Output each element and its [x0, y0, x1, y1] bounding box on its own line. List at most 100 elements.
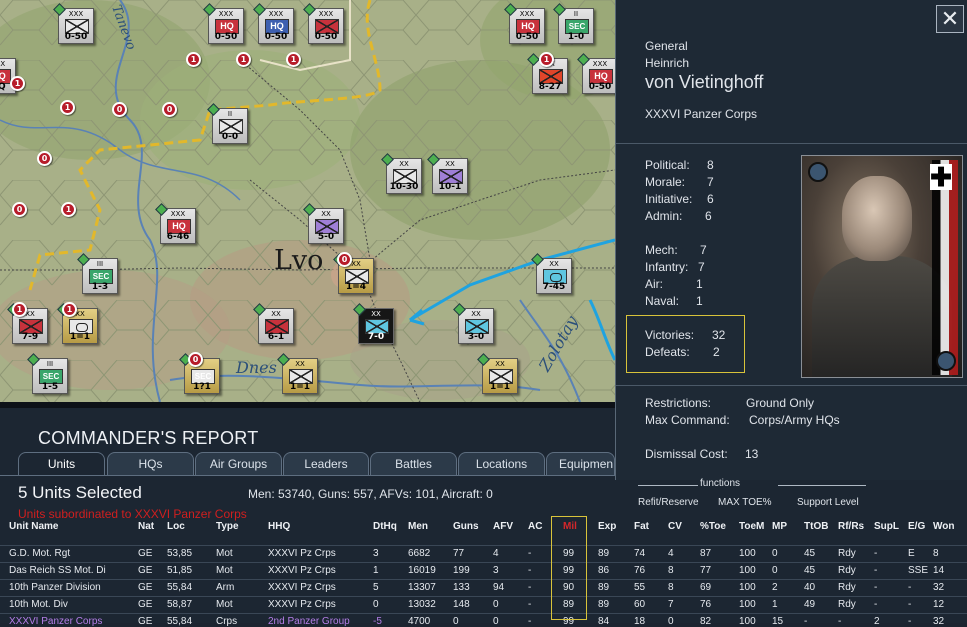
table-cell: 32: [933, 616, 945, 627]
table-cell: 100: [739, 582, 756, 593]
unit-counter[interactable]: XX 1=1: [277, 353, 318, 394]
unit-counter[interactable]: XX 7-45: [531, 253, 572, 294]
unit-counter[interactable]: XXX HQ 0-50: [253, 3, 294, 44]
unit-counter[interactable]: XX 6-1: [253, 303, 294, 344]
table-cell[interactable]: Das Reich SS Mot. Di: [9, 565, 106, 576]
column-header[interactable]: MP: [772, 521, 787, 532]
table-cell[interactable]: 2nd Panzer Group: [268, 616, 350, 627]
unit-size: II: [227, 110, 233, 118]
column-header[interactable]: SupL: [874, 521, 899, 532]
column-header[interactable]: Nat: [138, 521, 154, 532]
max-toe-button[interactable]: MAX TOE%: [718, 497, 772, 508]
tab-battles[interactable]: Battles: [370, 452, 457, 476]
column-header[interactable]: DtHq: [373, 521, 397, 532]
unit-counter[interactable]: III SEC 1-3: [77, 253, 118, 294]
tab-locations[interactable]: Locations: [458, 452, 545, 476]
column-header[interactable]: Unit Name: [9, 521, 58, 532]
column-header[interactable]: E/G: [908, 521, 925, 532]
table-cell: 148: [453, 599, 470, 610]
column-header[interactable]: Won: [933, 521, 954, 532]
unit-size: XX: [549, 260, 559, 268]
column-header[interactable]: HHQ: [268, 521, 290, 532]
table-cell: 8: [668, 565, 674, 576]
table-cell: 51,85: [167, 565, 193, 576]
table-cell: 86: [598, 565, 610, 576]
unit-counter[interactable]: XX 10-1: [427, 153, 468, 194]
column-header[interactable]: %Toe: [700, 521, 726, 532]
table-cell: -5: [373, 616, 382, 627]
tab-leaders[interactable]: Leaders: [283, 452, 369, 476]
unit-size: XXX: [0, 60, 6, 68]
table-cell: Arm: [216, 582, 235, 593]
unit-counter[interactable]: XXX 0-50: [303, 3, 344, 44]
table-cell: 13307: [408, 582, 436, 593]
unit-counter[interactable]: III SEC 1-5: [27, 353, 68, 394]
table-cell: 89: [598, 582, 610, 593]
tab-units[interactable]: Units: [18, 452, 105, 476]
unit-counter[interactable]: XX 5-0: [303, 203, 344, 244]
column-header[interactable]: Type: [216, 521, 239, 532]
fort-level-badge: 1: [539, 52, 554, 67]
table-cell[interactable]: XXXVI Pz Crps: [268, 599, 336, 610]
column-header[interactable]: Exp: [598, 521, 616, 532]
column-header[interactable]: ToeM: [739, 521, 764, 532]
tab-hqs[interactable]: HQs: [107, 452, 194, 476]
table-cell: -: [908, 616, 912, 627]
table-cell: 74: [634, 548, 646, 559]
rating-label: Admin:: [645, 209, 683, 223]
table-cell: 77: [453, 548, 465, 559]
column-header[interactable]: Fat: [634, 521, 649, 532]
table-cell[interactable]: 10th Mot. Div: [9, 599, 68, 610]
corner-button-icon[interactable]: [808, 162, 828, 182]
unit-counter[interactable]: XX 1=1: [477, 353, 518, 394]
subordination-warning: Units subordinated to XXXVI Panzer Corps: [18, 507, 247, 521]
column-header[interactable]: CV: [668, 521, 682, 532]
table-cell[interactable]: XXXVI Pz Crps: [268, 582, 336, 593]
unit-counter[interactable]: XXX HQ 0-50: [577, 53, 615, 94]
table-cell[interactable]: XXXVI Panzer Corps: [9, 616, 102, 627]
flag-icon: [932, 160, 958, 375]
unit-counter[interactable]: XX 10-30: [381, 153, 422, 194]
column-header[interactable]: TtOB: [804, 521, 828, 532]
unit-counter[interactable]: II 0-0: [207, 103, 248, 144]
unit-counter[interactable]: XXX HQ 6-46: [155, 203, 196, 244]
unit-counter[interactable]: II SEC 1-0: [553, 3, 594, 44]
table-cell: -: [528, 599, 532, 610]
table-cell: -: [804, 616, 808, 627]
table-cell: 60: [634, 599, 646, 610]
defeats-label: Defeats:: [645, 345, 690, 359]
table-cell[interactable]: XXXVI Pz Crps: [268, 565, 336, 576]
tab-equipment[interactable]: Equipmen: [546, 452, 615, 476]
unit-counter[interactable]: XXX HQ 0-50: [504, 3, 545, 44]
table-cell: 69: [700, 582, 712, 593]
refit-reserve-button[interactable]: Refit/Reserve: [638, 497, 699, 508]
support-level-button[interactable]: Support Level: [797, 497, 859, 508]
unit-strength: 0-50: [515, 32, 539, 42]
column-header[interactable]: Loc: [167, 521, 185, 532]
tab-air-groups[interactable]: Air Groups: [195, 452, 282, 476]
unit-size: XXX: [592, 60, 608, 68]
table-cell: 14: [933, 565, 945, 576]
table-cell[interactable]: 10th Panzer Division: [9, 582, 101, 593]
fort-level-badge: 0: [337, 252, 352, 267]
unit-size: XX: [399, 160, 409, 168]
portrait-coat: [812, 256, 952, 377]
unit-counter[interactable]: XXX 0-50: [53, 3, 94, 44]
unit-size: XX: [271, 310, 281, 318]
rating-label: Infantry:: [645, 260, 689, 274]
column-header[interactable]: Rf/Rs: [838, 521, 864, 532]
column-header[interactable]: Men: [408, 521, 428, 532]
close-button[interactable]: ✕: [936, 5, 964, 33]
column-header[interactable]: AFV: [493, 521, 513, 532]
corner-button-icon[interactable]: [936, 351, 956, 371]
table-cell[interactable]: XXXVI Pz Crps: [268, 548, 336, 559]
unit-counter[interactable]: XX 7-0: [353, 303, 394, 344]
column-header[interactable]: Guns: [453, 521, 479, 532]
column-header[interactable]: AC: [528, 521, 542, 532]
map-view[interactable]: Lvo Dnes Zolotay Tanevo XXX 0-50 XXX HQ 0-50…: [0, 0, 615, 402]
unit-counter[interactable]: XXX HQ 0-50: [203, 3, 244, 44]
table-cell: 94: [493, 582, 505, 593]
table-cell: 58,87: [167, 599, 193, 610]
unit-counter[interactable]: XX 3-0: [453, 303, 494, 344]
table-cell[interactable]: G.D. Mot. Rgt: [9, 548, 70, 559]
